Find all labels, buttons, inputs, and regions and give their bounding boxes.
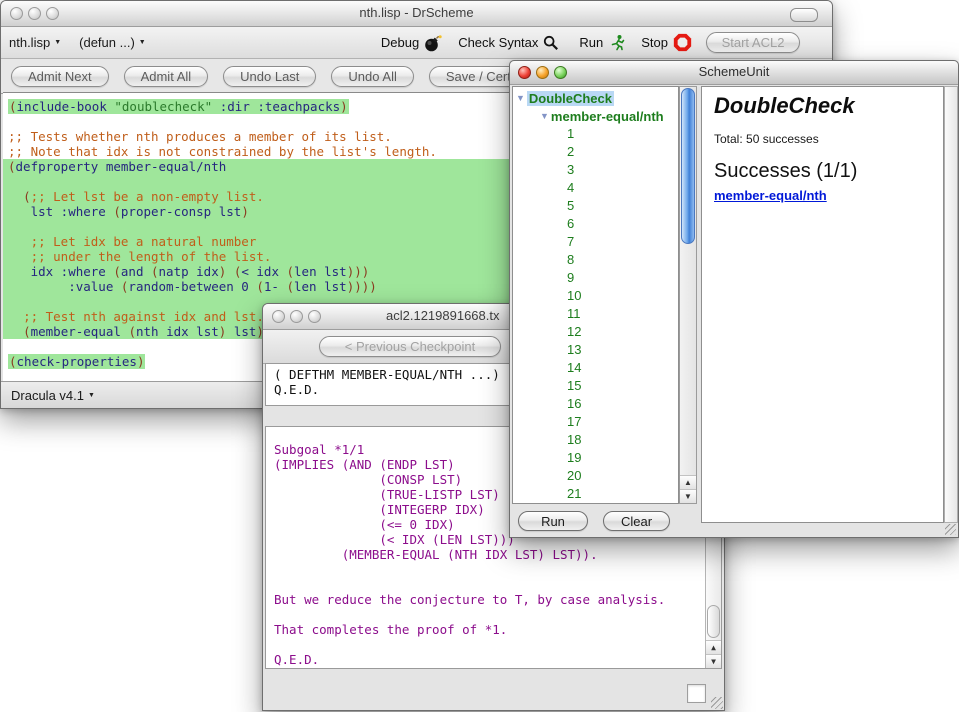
tree-case-item[interactable]: 4: [513, 179, 678, 197]
check-syntax-button[interactable]: Check Syntax: [458, 35, 559, 51]
scroll-up-arrow[interactable]: ▲: [706, 640, 721, 654]
tree-case-item[interactable]: 10: [513, 287, 678, 305]
proof-line: [274, 637, 721, 652]
schemeunit-buttons: Run Clear: [510, 503, 700, 539]
code-line: [3, 219, 525, 234]
previous-checkpoint-button[interactable]: < Previous Checkpoint: [319, 336, 501, 357]
tree-case-item[interactable]: 13: [513, 341, 678, 359]
admit-toolbar-button[interactable]: Undo Last: [223, 66, 316, 87]
schemeunit-titlebar[interactable]: SchemeUnit: [510, 61, 958, 85]
drscheme-titlebar[interactable]: nth.lisp - DrScheme: [1, 1, 832, 27]
admit-toolbar-button[interactable]: Admit Next: [11, 66, 109, 87]
debug-button[interactable]: Debug: [381, 34, 442, 52]
chevron-down-icon: ▼: [139, 39, 146, 46]
run-tests-button[interactable]: Run: [518, 511, 588, 531]
code-line: [3, 174, 525, 189]
resize-grip[interactable]: [945, 524, 956, 535]
detail-scrollbar[interactable]: [944, 86, 958, 523]
scroll-up-arrow[interactable]: ▲: [680, 475, 696, 489]
toolbar-collapse-widget[interactable]: [790, 8, 818, 22]
proof-line: But we reduce the conjecture to T, by ca…: [274, 592, 721, 607]
scrollbar-arrows: ▲ ▼: [706, 640, 721, 668]
scrollbar-thumb[interactable]: [707, 605, 720, 638]
code-line: ;; Let idx be a natural number: [3, 234, 525, 249]
admit-toolbar-button[interactable]: Admit All: [124, 66, 209, 87]
minimize-button[interactable]: [290, 310, 303, 323]
proof-line: Q.E.D.: [274, 652, 721, 667]
scrollbar-thumb[interactable]: [681, 88, 695, 244]
tree-case-item[interactable]: 18: [513, 431, 678, 449]
tree-case-item[interactable]: 9: [513, 269, 678, 287]
proof-line: That completes the proof of *1.: [274, 622, 721, 637]
detail-heading: DoubleCheck: [714, 93, 943, 119]
tree-case-item[interactable]: 5: [513, 197, 678, 215]
zoom-button[interactable]: [308, 310, 321, 323]
runner-icon: [608, 34, 625, 51]
code-line: :value (random-between 0 (1- (len lst)))…: [3, 279, 525, 294]
resize-grip[interactable]: [711, 697, 723, 709]
tree-case-item[interactable]: 17: [513, 413, 678, 431]
result-detail-panel: DoubleCheck Total: 50 successes Successe…: [701, 86, 944, 523]
disclosure-triangle-icon[interactable]: ▼: [516, 93, 525, 103]
language-dropdown[interactable]: Dracula v4.1 ▼: [11, 388, 95, 403]
acl2-bottom-bar: [263, 667, 724, 710]
tree-case-item[interactable]: 11: [513, 305, 678, 323]
tree-case-item[interactable]: 2: [513, 143, 678, 161]
tree-case-item[interactable]: 19: [513, 449, 678, 467]
stop-button[interactable]: Stop: [641, 33, 692, 52]
close-button[interactable]: [272, 310, 285, 323]
tree-cases: 123456789101112131415161718192021: [513, 125, 678, 503]
drscheme-menubar: nth.lisp ▼ (defun ...) ▼ Debug: [1, 27, 832, 59]
admit-toolbar-button[interactable]: Undo All: [331, 66, 413, 87]
tree-case-item[interactable]: 15: [513, 377, 678, 395]
tree-item-member-equal-nth[interactable]: ▼ member-equal/nth: [513, 107, 678, 125]
window-title: SchemeUnit: [510, 64, 958, 79]
checkbox[interactable]: [687, 684, 706, 703]
disclosure-triangle-icon[interactable]: ▼: [540, 111, 549, 121]
code-line: (;; Let lst be a non-empty list.: [3, 189, 525, 204]
toolbar-actions: Debug Check Syntax: [381, 32, 800, 53]
clear-button[interactable]: Clear: [603, 511, 670, 531]
member-equal-nth-link[interactable]: member-equal/nth: [714, 188, 827, 203]
total-successes: Total: 50 successes: [714, 132, 943, 146]
tree-case-item[interactable]: 20: [513, 467, 678, 485]
tree-case-item[interactable]: 1: [513, 125, 678, 143]
desktop: { "drscheme_window": { "title": "nth.lis…: [0, 0, 959, 712]
test-tree: ▼ DoubleCheck ▼ member-equal/nth 1234567…: [512, 86, 679, 504]
file-dropdown[interactable]: nth.lisp ▼: [9, 35, 61, 50]
tree-case-item[interactable]: 12: [513, 323, 678, 341]
tree-case-item[interactable]: 7: [513, 233, 678, 251]
tree-case-item[interactable]: 14: [513, 359, 678, 377]
bomb-icon: [424, 34, 442, 52]
chevron-down-icon: ▼: [88, 392, 95, 399]
code-line: ;; under the length of the list.: [3, 249, 525, 264]
successes-heading: Successes (1/1): [714, 160, 943, 183]
tree-item-doublecheck[interactable]: ▼ DoubleCheck: [513, 89, 678, 107]
tree-case-item[interactable]: 21: [513, 485, 678, 503]
defun-dropdown[interactable]: (defun ...) ▼: [79, 35, 146, 50]
schemeunit-window: SchemeUnit ▼ DoubleCheck ▼ member-equal/…: [509, 60, 959, 538]
code-line: idx :where (and (natp idx) (< idx (len l…: [3, 264, 525, 279]
proof-line: [274, 607, 721, 622]
proof-line: [274, 562, 721, 577]
proof-line: (MEMBER-EQUAL (NTH IDX LST) LST)).: [274, 547, 721, 562]
tree-case-item[interactable]: 8: [513, 251, 678, 269]
window-title: nth.lisp - DrScheme: [1, 5, 832, 20]
chevron-down-icon: ▼: [54, 39, 61, 46]
tree-scrollbar[interactable]: ▲ ▼: [679, 86, 697, 504]
start-acl2-button[interactable]: Start ACL2: [706, 32, 800, 53]
tree-case-item[interactable]: 16: [513, 395, 678, 413]
stop-octagon-icon: [673, 33, 692, 52]
tree-case-item[interactable]: 6: [513, 215, 678, 233]
window-controls: [272, 310, 321, 323]
scroll-down-arrow[interactable]: ▼: [680, 489, 696, 503]
code-line: lst :where (proper-consp lst): [3, 204, 525, 219]
tree-case-item[interactable]: 3: [513, 161, 678, 179]
scroll-down-arrow[interactable]: ▼: [706, 654, 721, 668]
magnifier-icon: [543, 35, 559, 51]
run-button[interactable]: Run: [579, 34, 625, 51]
scrollbar-arrows: ▲ ▼: [680, 475, 696, 503]
proof-line: [274, 577, 721, 592]
code-line: (defproperty member-equal/nth: [3, 159, 525, 174]
